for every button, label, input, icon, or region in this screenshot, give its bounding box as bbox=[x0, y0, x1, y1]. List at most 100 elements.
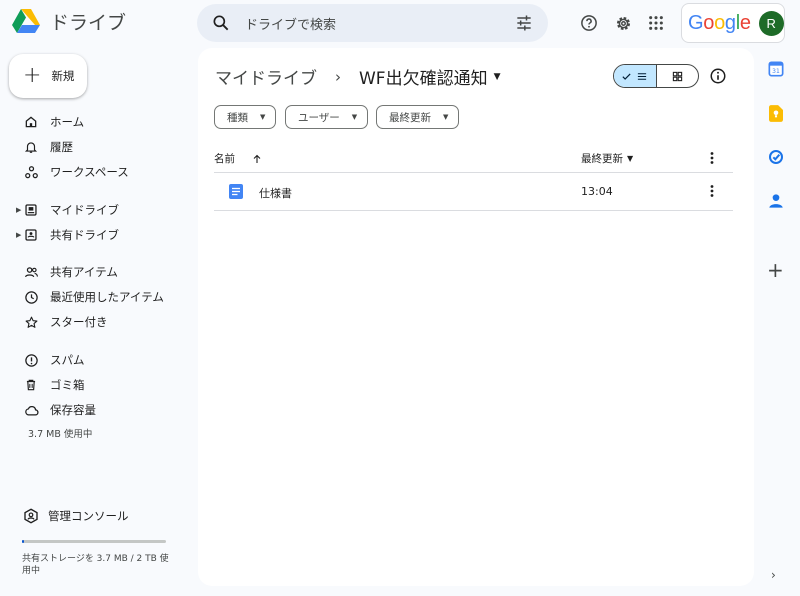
storage-detail-text[interactable]: 共有ストレージを 3.7 MB / 2 TB 使用中 bbox=[22, 553, 172, 577]
dropdown-arrow-icon: ▼ bbox=[443, 113, 449, 121]
column-name-label: 名前 bbox=[214, 153, 235, 165]
file-more-actions-icon[interactable] bbox=[705, 184, 719, 198]
sidebar-item-label: 管理コンソール bbox=[48, 509, 129, 523]
account-button[interactable]: Google R bbox=[681, 3, 785, 43]
sidebar-item-label: 共有アイテム bbox=[50, 265, 118, 279]
google-docs-icon bbox=[229, 184, 243, 199]
storage-progress-bar bbox=[22, 540, 166, 543]
sidebar-item-label: 共有ドライブ bbox=[50, 228, 119, 242]
sidebar-item-shared-with-me[interactable]: 共有アイテム bbox=[0, 261, 190, 283]
sidebar-item-label: 履歴 bbox=[50, 140, 73, 154]
bell-icon bbox=[22, 138, 40, 156]
search-bar[interactable]: ドライブで検索 bbox=[197, 4, 548, 42]
column-header-modified[interactable]: 最終更新 ▼ bbox=[581, 151, 633, 166]
keep-icon[interactable] bbox=[767, 104, 785, 122]
plus-icon: + bbox=[23, 63, 42, 88]
info-icon[interactable] bbox=[709, 67, 727, 85]
new-button[interactable]: + 新規 bbox=[9, 54, 87, 98]
sidebar-item-admin-console[interactable]: 管理コンソール bbox=[0, 505, 190, 527]
my-drive-icon bbox=[22, 201, 40, 219]
settings-gear-icon[interactable] bbox=[612, 12, 634, 34]
grid-view-button[interactable] bbox=[657, 65, 699, 87]
new-button-label: 新規 bbox=[51, 69, 75, 83]
file-name[interactable]: 仕様書 bbox=[259, 185, 292, 201]
spam-icon bbox=[22, 351, 40, 369]
workspace-icon bbox=[22, 163, 40, 181]
get-addons-plus-icon[interactable]: + bbox=[767, 260, 784, 280]
expand-caret-icon[interactable]: ▶ bbox=[16, 231, 21, 239]
shared-drives-icon bbox=[22, 226, 40, 244]
sort-arrow-up-icon[interactable] bbox=[251, 153, 263, 165]
folder-menu-caret-icon[interactable]: ▼ bbox=[494, 72, 501, 82]
home-icon bbox=[22, 113, 40, 131]
drive-logo-link[interactable]: ドライブ bbox=[12, 8, 126, 35]
sidebar-item-label: ワークスペース bbox=[50, 165, 129, 179]
help-icon[interactable] bbox=[578, 12, 600, 34]
sidebar-item-shared-drives[interactable]: ▶ 共有ドライブ bbox=[0, 224, 190, 246]
sidebar-item-label: マイドライブ bbox=[50, 203, 119, 217]
column-modified-label: 最終更新 bbox=[581, 153, 623, 165]
sidebar-item-spam[interactable]: スパム bbox=[0, 349, 190, 371]
file-modified: 13:04 bbox=[581, 185, 613, 198]
filter-type-chip[interactable]: 種類 ▼ bbox=[214, 105, 277, 129]
list-view-button[interactable] bbox=[614, 65, 657, 87]
list-icon bbox=[638, 72, 647, 80]
admin-shield-icon bbox=[24, 508, 38, 524]
drive-logo-icon bbox=[12, 9, 40, 33]
sidebar-item-label: ゴミ箱 bbox=[50, 378, 85, 392]
sidebar-item-my-drive[interactable]: ▶ マイドライブ bbox=[0, 199, 190, 221]
chip-label: 種類 bbox=[227, 111, 248, 124]
trash-icon bbox=[22, 376, 40, 394]
sidebar-item-storage[interactable]: 保存容量 bbox=[0, 399, 190, 421]
checkmark-icon bbox=[622, 73, 631, 80]
sidebar-item-label: ホーム bbox=[50, 115, 85, 129]
sidebar-item-starred[interactable]: スター付き bbox=[0, 311, 190, 333]
sidebar-item-home[interactable]: ホーム bbox=[0, 111, 190, 133]
sidebar-item-workspaces[interactable]: ワークスペース bbox=[0, 161, 190, 183]
chip-label: 最終更新 bbox=[389, 111, 431, 124]
view-toggle bbox=[613, 64, 699, 88]
storage-used-text: 3.7 MB 使用中 bbox=[28, 429, 93, 440]
dropdown-arrow-icon: ▼ bbox=[351, 113, 358, 121]
apps-grid-icon[interactable] bbox=[645, 12, 667, 34]
tasks-icon[interactable] bbox=[767, 148, 785, 166]
sidebar-item-recent[interactable]: 最近使用したアイテム bbox=[0, 286, 190, 308]
search-input[interactable]: ドライブで検索 bbox=[245, 14, 514, 33]
breadcrumb-separator: › bbox=[335, 67, 341, 86]
show-side-panel-chevron-icon[interactable]: › bbox=[771, 568, 776, 582]
svg-text:31: 31 bbox=[772, 68, 780, 75]
filter-people-chip[interactable]: ユーザー ▼ bbox=[285, 105, 369, 129]
storage-progress-fill bbox=[22, 540, 24, 543]
app-title: ドライブ bbox=[50, 12, 127, 34]
shared-with-me-icon bbox=[22, 263, 40, 281]
star-icon bbox=[22, 313, 40, 331]
main-panel: マイドライブ › WF出欠確認通知 ▼ 種類 ▼ ユーザー ▼ 最終更新 ▼ 名前 最… bbox=[198, 48, 754, 586]
sidebar-item-trash[interactable]: ゴミ箱 bbox=[0, 374, 190, 396]
filter-modified-chip[interactable]: 最終更新 ▼ bbox=[376, 105, 460, 129]
google-logo: Google bbox=[688, 11, 751, 34]
avatar[interactable]: R bbox=[758, 10, 784, 36]
sidebar-item-label: スター付き bbox=[50, 315, 108, 329]
breadcrumb-root[interactable]: マイドライブ bbox=[215, 64, 317, 89]
cloud-icon bbox=[22, 401, 40, 419]
sidebar-item-label: 最近使用したアイテム bbox=[50, 290, 164, 304]
sidebar-item-label: スパム bbox=[50, 353, 85, 367]
table-row[interactable]: 仕様書 13:04 bbox=[214, 173, 733, 210]
search-options-icon[interactable] bbox=[514, 13, 534, 33]
calendar-icon[interactable]: 31 bbox=[767, 60, 785, 78]
column-header-name[interactable]: 名前 bbox=[214, 151, 263, 166]
dropdown-arrow-icon: ▼ bbox=[260, 113, 266, 121]
sidebar-item-activity[interactable]: 履歴 bbox=[0, 136, 190, 158]
column-options-more-icon[interactable] bbox=[705, 151, 719, 165]
expand-caret-icon[interactable]: ▶ bbox=[16, 206, 21, 214]
chip-label: ユーザー bbox=[298, 111, 340, 124]
divider bbox=[214, 210, 733, 211]
breadcrumb-current-folder[interactable]: WF出欠確認通知 bbox=[359, 64, 488, 89]
contacts-icon[interactable] bbox=[767, 192, 785, 210]
sidebar-item-label: 保存容量 bbox=[50, 403, 96, 417]
search-icon[interactable] bbox=[211, 13, 231, 33]
grid-icon bbox=[672, 71, 682, 81]
breadcrumb: マイドライブ › WF出欠確認通知 ▼ bbox=[215, 64, 501, 90]
sort-caret-icon: ▼ bbox=[627, 154, 634, 163]
clock-icon bbox=[22, 288, 40, 306]
